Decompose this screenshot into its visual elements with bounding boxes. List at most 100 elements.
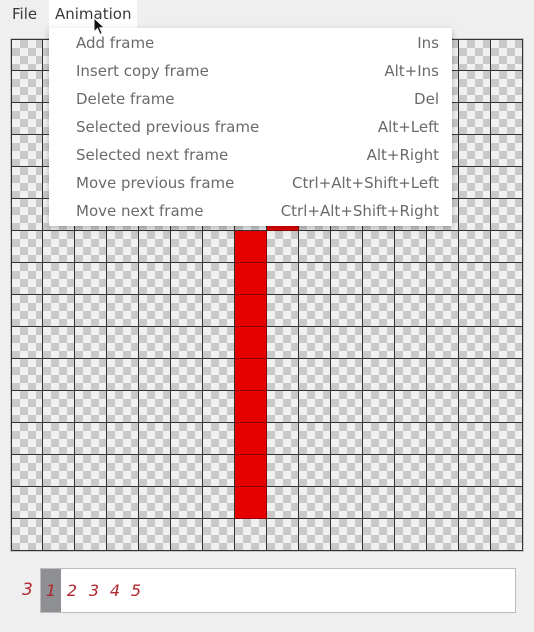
pixel-cell[interactable] xyxy=(299,359,331,391)
pixel-cell[interactable] xyxy=(363,391,395,423)
pixel-cell[interactable] xyxy=(11,423,43,455)
frame-tab[interactable]: 3 xyxy=(83,569,105,612)
pixel-cell-filled[interactable] xyxy=(235,295,267,327)
pixel-cell[interactable] xyxy=(459,167,491,199)
pixel-cell[interactable] xyxy=(491,487,523,519)
pixel-cell[interactable] xyxy=(459,359,491,391)
pixel-cell[interactable] xyxy=(459,135,491,167)
pixel-cell[interactable] xyxy=(75,231,107,263)
pixel-cell[interactable] xyxy=(459,327,491,359)
pixel-cell[interactable] xyxy=(43,423,75,455)
pixel-cell[interactable] xyxy=(11,359,43,391)
pixel-cell[interactable] xyxy=(107,455,139,487)
pixel-cell[interactable] xyxy=(299,327,331,359)
pixel-cell[interactable] xyxy=(11,487,43,519)
pixel-cell[interactable] xyxy=(139,295,171,327)
pixel-cell[interactable] xyxy=(363,295,395,327)
pixel-cell[interactable] xyxy=(75,263,107,295)
pixel-cell[interactable] xyxy=(11,455,43,487)
pixel-cell[interactable] xyxy=(491,103,523,135)
pixel-cell[interactable] xyxy=(395,327,427,359)
pixel-cell[interactable] xyxy=(491,391,523,423)
pixel-cell[interactable] xyxy=(427,487,459,519)
pixel-cell[interactable] xyxy=(75,391,107,423)
pixel-cell[interactable] xyxy=(171,327,203,359)
menu-item[interactable]: Selected previous frame Alt+Left xyxy=(49,113,452,141)
pixel-cell[interactable] xyxy=(491,39,523,71)
menu-item[interactable]: Insert copy frame Alt+Ins xyxy=(49,57,452,85)
pixel-cell[interactable] xyxy=(459,519,491,551)
pixel-cell[interactable] xyxy=(331,231,363,263)
pixel-cell[interactable] xyxy=(491,455,523,487)
pixel-cell[interactable] xyxy=(491,263,523,295)
pixel-cell-filled[interactable] xyxy=(235,391,267,423)
pixel-cell[interactable] xyxy=(395,263,427,295)
frame-tab[interactable]: 2 xyxy=(61,569,83,612)
pixel-cell-filled[interactable] xyxy=(235,359,267,391)
pixel-cell[interactable] xyxy=(491,135,523,167)
pixel-cell[interactable] xyxy=(107,231,139,263)
pixel-cell[interactable] xyxy=(171,263,203,295)
pixel-cell[interactable] xyxy=(107,487,139,519)
pixel-cell[interactable] xyxy=(331,423,363,455)
pixel-cell[interactable] xyxy=(459,39,491,71)
pixel-cell[interactable] xyxy=(299,391,331,423)
pixel-cell[interactable] xyxy=(459,71,491,103)
pixel-cell[interactable] xyxy=(11,327,43,359)
pixel-cell[interactable] xyxy=(11,519,43,551)
menu-item[interactable]: Move previous frame Ctrl+Alt+Shift+Left xyxy=(49,169,452,197)
pixel-cell[interactable] xyxy=(395,391,427,423)
pixel-cell[interactable] xyxy=(43,263,75,295)
menu-file[interactable]: File xyxy=(12,0,37,28)
pixel-cell[interactable] xyxy=(139,359,171,391)
pixel-cell[interactable] xyxy=(427,391,459,423)
pixel-cell[interactable] xyxy=(459,423,491,455)
pixel-cell[interactable] xyxy=(203,359,235,391)
pixel-cell[interactable] xyxy=(75,423,107,455)
pixel-cell[interactable] xyxy=(203,391,235,423)
pixel-cell[interactable] xyxy=(171,455,203,487)
pixel-cell[interactable] xyxy=(459,263,491,295)
pixel-cell[interactable] xyxy=(43,519,75,551)
pixel-cell[interactable] xyxy=(427,263,459,295)
pixel-cell[interactable] xyxy=(139,455,171,487)
pixel-cell[interactable] xyxy=(203,455,235,487)
pixel-cell[interactable] xyxy=(459,231,491,263)
pixel-cell[interactable] xyxy=(491,231,523,263)
pixel-cell[interactable] xyxy=(203,423,235,455)
pixel-cell[interactable] xyxy=(203,231,235,263)
pixel-cell[interactable] xyxy=(299,423,331,455)
pixel-cell[interactable] xyxy=(491,519,523,551)
frame-tab[interactable]: 5 xyxy=(125,569,147,612)
pixel-cell[interactable] xyxy=(459,391,491,423)
pixel-cell[interactable] xyxy=(43,455,75,487)
pixel-cell[interactable] xyxy=(267,487,299,519)
pixel-cell[interactable] xyxy=(427,423,459,455)
pixel-cell[interactable] xyxy=(203,263,235,295)
pixel-cell[interactable] xyxy=(11,39,43,71)
pixel-cell[interactable] xyxy=(139,327,171,359)
pixel-cell[interactable] xyxy=(43,391,75,423)
pixel-cell[interactable] xyxy=(107,327,139,359)
pixel-cell[interactable] xyxy=(11,71,43,103)
pixel-cell[interactable] xyxy=(203,327,235,359)
pixel-cell[interactable] xyxy=(331,327,363,359)
pixel-cell[interactable] xyxy=(203,487,235,519)
pixel-cell[interactable] xyxy=(11,103,43,135)
pixel-cell[interactable] xyxy=(491,71,523,103)
menu-item[interactable]: Delete frame Del xyxy=(49,85,452,113)
pixel-cell[interactable] xyxy=(171,423,203,455)
pixel-cell[interactable] xyxy=(267,423,299,455)
pixel-cell[interactable] xyxy=(299,295,331,327)
pixel-cell[interactable] xyxy=(43,487,75,519)
pixel-cell-filled[interactable] xyxy=(235,455,267,487)
pixel-cell[interactable] xyxy=(139,263,171,295)
menu-item[interactable]: Selected next frame Alt+Right xyxy=(49,141,452,169)
pixel-cell[interactable] xyxy=(203,295,235,327)
pixel-cell[interactable] xyxy=(11,167,43,199)
pixel-cell[interactable] xyxy=(75,295,107,327)
pixel-cell[interactable] xyxy=(395,295,427,327)
pixel-cell[interactable] xyxy=(203,519,235,551)
pixel-cell[interactable] xyxy=(11,231,43,263)
pixel-cell[interactable] xyxy=(171,487,203,519)
